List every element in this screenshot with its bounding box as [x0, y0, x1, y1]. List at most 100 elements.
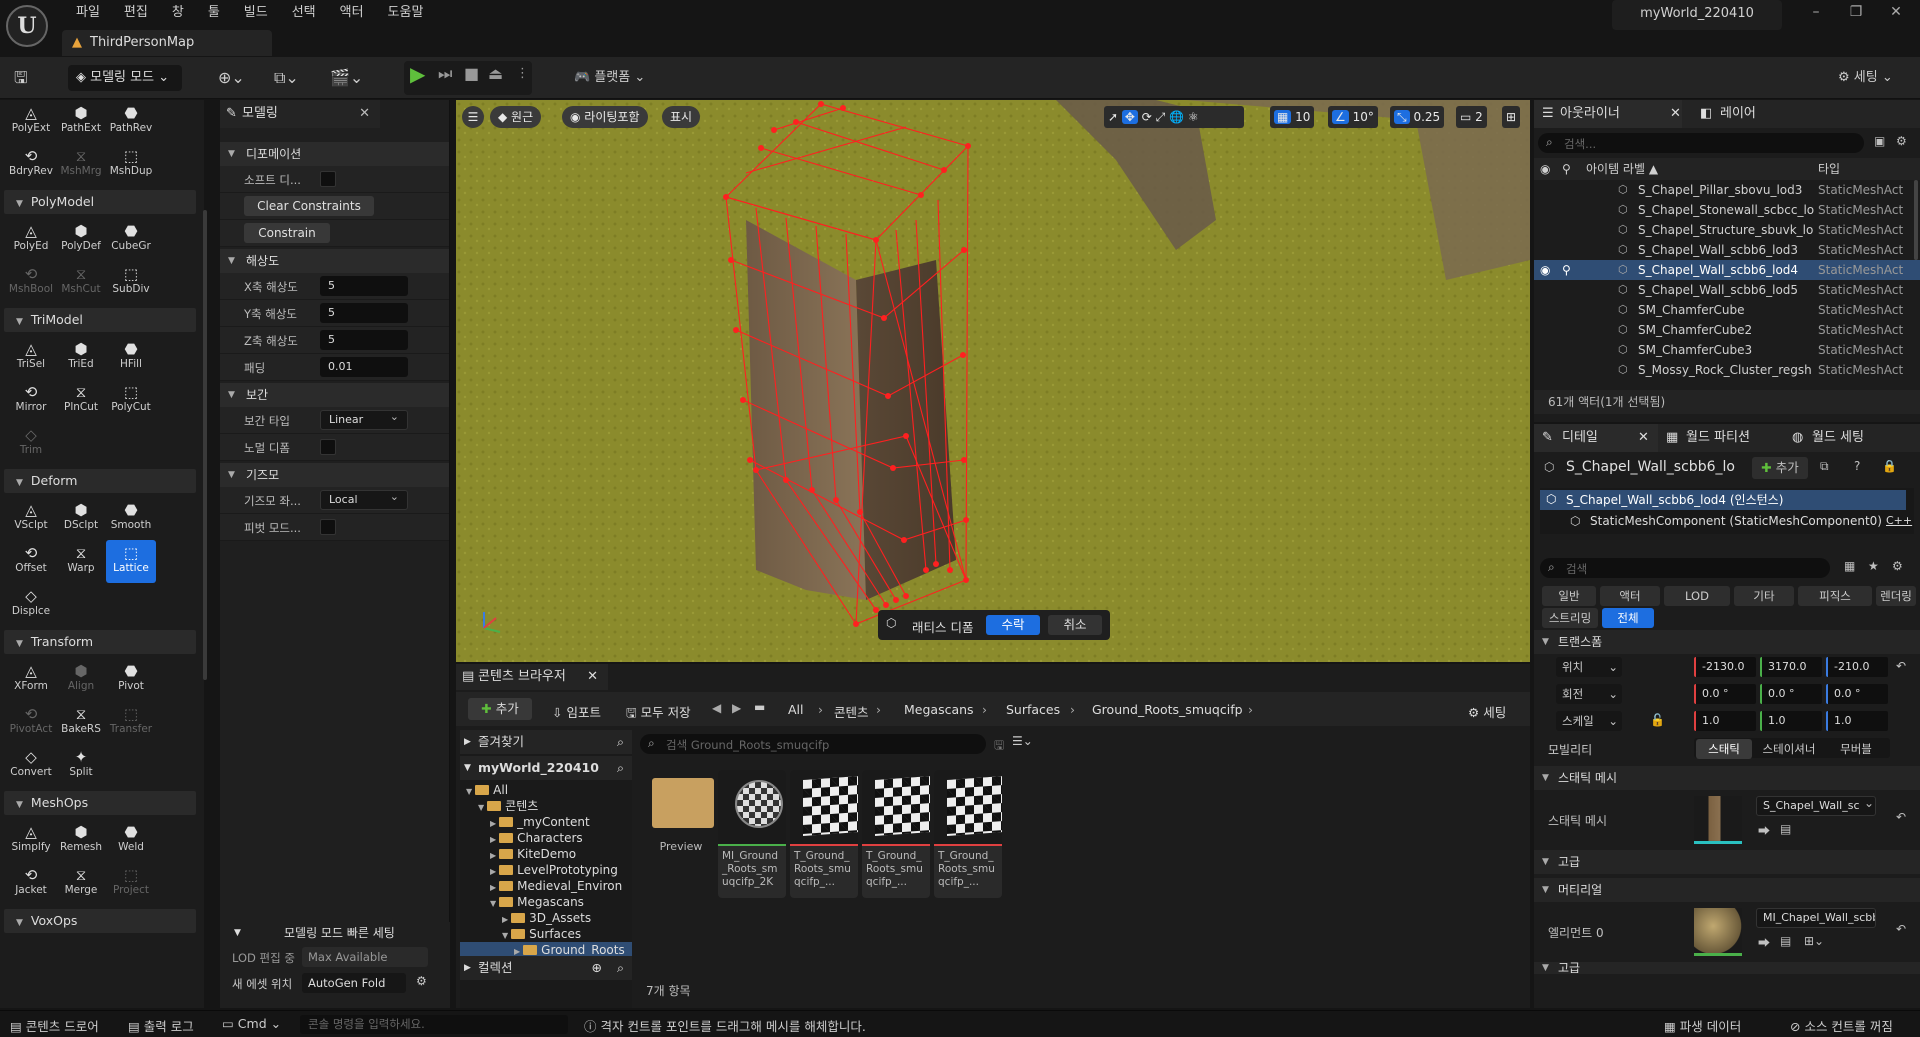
outliner-row[interactable]: ⬡ SM_ChamferCube3 StaticMeshAct	[1534, 340, 1920, 360]
soft-deform-checkbox[interactable]	[320, 171, 336, 187]
tool-simplfy[interactable]: ◬ Simplfy	[6, 819, 56, 862]
constrain-button[interactable]: Constrain	[244, 223, 330, 243]
reset-icon[interactable]: ↶	[1896, 922, 1906, 936]
actor-name[interactable]: S_Chapel_Wall_scbb6_lo	[1566, 459, 1735, 475]
menu-tools[interactable]: 툴	[196, 2, 232, 24]
rotation-dropdown[interactable]: 회전 ⌄	[1556, 684, 1622, 704]
star-icon[interactable]: ★	[1868, 559, 1879, 573]
outliner-scrollbar[interactable]	[1914, 180, 1918, 260]
minimize-icon[interactable]: –	[1796, 4, 1836, 20]
filter-icon[interactable]: ☰⌄	[1012, 734, 1033, 748]
lock-icon[interactable]: 🔒	[1882, 459, 1897, 473]
eject-icon[interactable]: ⏏	[488, 61, 503, 87]
tool-xform[interactable]: ◬ XForm	[6, 658, 56, 701]
quick-settings-header[interactable]: ▼ 모델링 모드 빠른 세팅	[220, 922, 450, 944]
step-icon[interactable]: ⏭	[438, 61, 452, 87]
add-folder-icon[interactable]: ▣	[1874, 134, 1885, 148]
rotation-snap[interactable]: ∠ 10°	[1328, 106, 1378, 128]
arrow-icon[interactable]: ⮕	[1758, 822, 1770, 839]
close-tab-icon[interactable]: ✕	[359, 100, 370, 128]
location-z[interactable]: -210.0	[1826, 657, 1888, 677]
resolution-section[interactable]: 해상도	[220, 249, 449, 273]
layers-tab[interactable]: 레이어	[1720, 100, 1756, 128]
tool-polycut[interactable]: ⬚ PolyCut	[106, 379, 156, 422]
tool-polyext[interactable]: ◬ PolyExt	[6, 100, 56, 143]
tool-plncut[interactable]: ⧖ PlnCut	[56, 379, 106, 422]
save-icon[interactable]: 🖫	[14, 65, 28, 91]
pivot-mode-checkbox[interactable]	[320, 519, 336, 535]
cancel-button[interactable]: 취소	[1048, 615, 1102, 635]
tool-bdryrev[interactable]: ⟲ BdryRev	[6, 143, 56, 186]
component-instance[interactable]: S_Chapel_Wall_scbb6_lod4 (인스턴스)	[1540, 490, 1906, 510]
help-icon[interactable]: ?	[1854, 459, 1860, 473]
rotate-icon[interactable]: ⟳	[1142, 110, 1152, 124]
static-mesh-section[interactable]: 스태틱 메시	[1534, 766, 1920, 790]
cpp-link[interactable]: C++	[1886, 514, 1912, 527]
asset-tile[interactable]: T_Ground_Roots_smuqcifp_...	[934, 770, 1002, 898]
outliner-row[interactable]: ⬡ S_Chapel_Stonewall_scbcc_lo StaticMeshAc…	[1534, 200, 1920, 220]
menu-select[interactable]: 선택	[280, 2, 328, 24]
move-icon[interactable]: ✥	[1121, 110, 1138, 124]
search-icon[interactable]: ⌕	[617, 730, 624, 754]
tool-polyed[interactable]: ◬ PolyEd	[6, 218, 56, 261]
rotation-z[interactable]: 0.0 °	[1826, 684, 1888, 704]
section-transform[interactable]: Transform	[4, 630, 196, 654]
tool-mshdup[interactable]: ⬚ MshDup	[106, 143, 156, 186]
interp-type-dropdown[interactable]: Linear	[320, 408, 408, 430]
outliner-row[interactable]: ⬡ S_Chapel_Wall_scbb6_lod5 StaticMeshAct	[1534, 280, 1920, 300]
browse-icon[interactable]: ▤	[1780, 822, 1791, 836]
filter-chip[interactable]: LOD	[1664, 586, 1730, 606]
breadcrumb-content[interactable]: 콘텐츠	[834, 702, 869, 721]
level-tab[interactable]: ▲ ThirdPersonMap	[62, 30, 272, 56]
show-button[interactable]: 표시	[662, 106, 701, 128]
blueprint-icon[interactable]: ⧉	[1820, 459, 1829, 474]
eye-icon[interactable]: ◉	[1540, 260, 1550, 280]
breadcrumb-megascans[interactable]: Megascans	[904, 702, 974, 717]
cb-settings-button[interactable]: ⚙ 세팅	[1468, 702, 1506, 721]
tool-pivotact[interactable]: ⟲ PivotAct	[6, 701, 56, 744]
outliner-search-input[interactable]: ⌕ 검색...	[1538, 133, 1864, 153]
close-tab-icon[interactable]: ✕	[1670, 100, 1681, 128]
menu-file[interactable]: 파일	[64, 2, 112, 24]
normal-deform-checkbox[interactable]	[320, 439, 336, 455]
menu-build[interactable]: 빌드	[232, 2, 280, 24]
tree-folder[interactable]: ▼ All	[460, 782, 632, 798]
transform-section[interactable]: 트랜스폼	[1534, 630, 1920, 654]
outliner-row[interactable]: ◉ ⚲ ⬡ S_Chapel_Wall_scbb6_lod4 StaticMeshAct	[1534, 260, 1920, 280]
col-item-label[interactable]: 아이템 라벨 ▲	[1586, 158, 1658, 180]
tool-lattice[interactable]: ⬚ Lattice	[106, 540, 156, 583]
back-icon[interactable]: ◀	[712, 701, 721, 715]
tool-hfill[interactable]: ⬣ HFill	[106, 336, 156, 379]
tool-project[interactable]: ⬚ Project	[106, 862, 156, 905]
clear-constraints-button[interactable]: Clear Constraints	[244, 196, 374, 216]
tool-tried[interactable]: ⬢ TriEd	[56, 336, 106, 379]
tool-pathrev[interactable]: ⬣ PathRev	[106, 100, 156, 143]
tool-remesh[interactable]: ⬢ Remesh	[56, 819, 106, 862]
collections-header[interactable]: ▶ 컬렉션 ⊕ ⌕	[460, 956, 632, 980]
project-header[interactable]: ▼ myWorld_220410 ⌕	[460, 756, 632, 780]
eye-icon[interactable]: ◉	[1540, 158, 1550, 180]
tool-trim[interactable]: ◇ Trim	[6, 422, 56, 465]
mode-selector[interactable]: ◈ 모델링 모드 ⌄	[68, 65, 182, 91]
tool-weld[interactable]: ⬣ Weld	[106, 819, 156, 862]
tool-mirror[interactable]: ⟲ Mirror	[6, 379, 56, 422]
asset-loc-dropdown[interactable]: AutoGen Fold	[302, 973, 406, 993]
advanced-section[interactable]: 고급	[1534, 850, 1920, 874]
static-mesh-component[interactable]: StaticMeshComponent (StaticMeshComponent…	[1590, 514, 1882, 528]
asset-folder[interactable]: Preview	[646, 770, 716, 860]
output-log-button[interactable]: ▤ 출력 로그	[128, 1016, 194, 1035]
section-deform[interactable]: Deform	[4, 469, 196, 493]
lod-dropdown[interactable]: Max Available	[302, 947, 428, 967]
section-trimodel[interactable]: TriModel	[4, 308, 196, 332]
tool-dsclpt[interactable]: ⬢ DSclpt	[56, 497, 106, 540]
tree-folder[interactable]: ▼ 콘텐츠	[460, 798, 632, 814]
tool-mshmrg[interactable]: ⧖ MshMrg	[56, 143, 106, 186]
advanced-section-2[interactable]: 고급	[1534, 962, 1920, 974]
content-browser-tab[interactable]: ▤ 콘텐츠 브라우저 ✕	[456, 664, 608, 690]
reset-icon[interactable]: ↶	[1896, 810, 1906, 824]
asset-search-box[interactable]: ⌕ 검색 Ground_Roots_smuqcifp	[640, 734, 986, 754]
mobility-static[interactable]: 스태틱	[1696, 739, 1752, 759]
tree-folder[interactable]: ▼ Megascans	[460, 894, 632, 910]
forward-icon[interactable]: ▶	[732, 701, 741, 715]
filter-chip[interactable]: 스트리밍	[1542, 608, 1598, 628]
